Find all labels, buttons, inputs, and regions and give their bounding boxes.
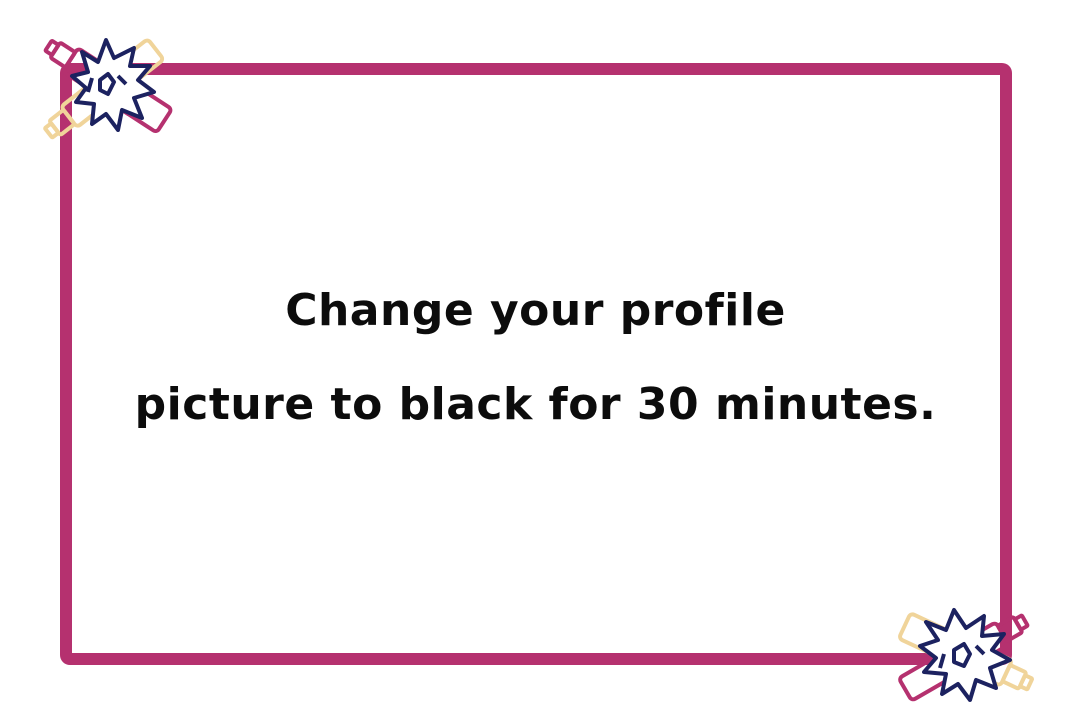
- challenge-card-frame: [60, 63, 1012, 665]
- crossed-bottles-splash-icon: [43, 38, 173, 140]
- crossed-bottles-splash-icon: [898, 608, 1034, 702]
